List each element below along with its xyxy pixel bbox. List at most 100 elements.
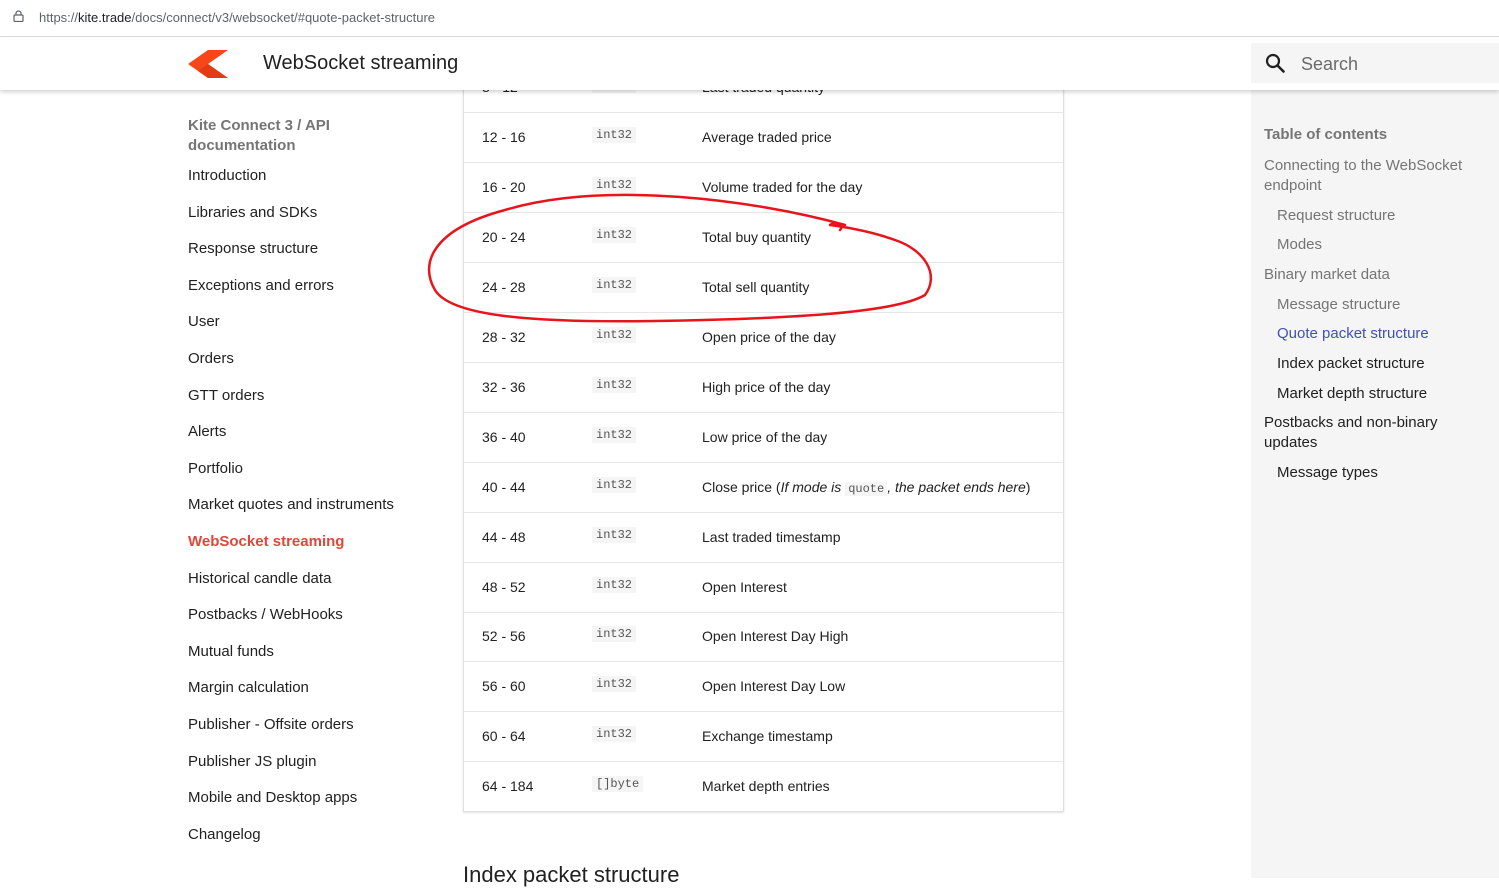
table-row: 52 - 56 int32 Open Interest Day High <box>464 612 1063 662</box>
table-of-contents: Table of contents Connecting to the WebS… <box>1251 90 1499 878</box>
byte-range: 44 - 48 <box>482 529 526 545</box>
field-description: High price of the day <box>702 379 831 395</box>
byte-range: 64 - 184 <box>482 778 534 794</box>
search-box[interactable] <box>1251 43 1499 83</box>
toc-item-postbacks[interactable]: Postbacks and non-binary updates <box>1264 413 1484 453</box>
browser-address-bar[interactable]: https://kite.trade/docs/connect/v3/webso… <box>0 0 1499 37</box>
nav-item-historical[interactable]: Historical candle data <box>188 569 438 606</box>
table-row: 32 - 36 int32 High price of the day <box>464 363 1063 413</box>
table-row: 16 - 20 int32 Volume traded for the day <box>464 163 1063 213</box>
nav-item-publisher-js[interactable]: Publisher JS plugin <box>188 752 438 789</box>
field-note: If mode is <box>780 479 842 495</box>
nav-item-alerts[interactable]: Alerts <box>188 422 438 459</box>
nav-item-mutual-funds[interactable]: Mutual funds <box>188 642 438 679</box>
data-type: int32 <box>592 527 637 543</box>
field-description: Open Interest <box>702 579 787 595</box>
field-note: , the packet ends here <box>887 479 1026 495</box>
byte-range: 20 - 24 <box>482 229 526 245</box>
kite-logo-icon[interactable] <box>188 50 230 78</box>
page-title: WebSocket streaming <box>263 52 459 74</box>
nav-item-introduction[interactable]: Introduction <box>188 166 438 203</box>
byte-range: 48 - 52 <box>482 579 526 595</box>
nav-item-user[interactable]: User <box>188 312 438 349</box>
data-type: int32 <box>592 577 637 593</box>
nav-item-publisher-offsite[interactable]: Publisher - Offsite orders <box>188 715 438 752</box>
field-description: Average traded price <box>702 129 832 145</box>
byte-range: 16 - 20 <box>482 179 526 195</box>
toc-item-message-structure[interactable]: Message structure <box>1277 295 1400 315</box>
data-type: int32 <box>592 177 637 193</box>
byte-range: 56 - 60 <box>482 678 526 694</box>
toc-item-binary-market-data[interactable]: Binary market data <box>1264 265 1390 285</box>
toc-item-index-packet[interactable]: Index packet structure <box>1277 354 1425 374</box>
table-row: 24 - 28 int32 Total sell quantity <box>464 263 1063 313</box>
index-packet-heading: Index packet structure <box>463 862 680 887</box>
nav-item-margin[interactable]: Margin calculation <box>188 678 438 715</box>
toc-item-quote-packet-active[interactable]: Quote packet structure <box>1277 324 1429 344</box>
nav-item-response-structure[interactable]: Response structure <box>188 239 438 276</box>
table-row: 44 - 48 int32 Last traded timestamp <box>464 513 1063 563</box>
byte-range: 36 - 40 <box>482 429 526 445</box>
toc-item-connecting[interactable]: Connecting to the WebSocket endpoint <box>1264 156 1484 196</box>
table-row: 36 - 40 int32 Low price of the day <box>464 413 1063 463</box>
nav-item-exceptions[interactable]: Exceptions and errors <box>188 276 438 313</box>
nav-item-gtt-orders[interactable]: GTT orders <box>188 386 438 423</box>
field-text: Close price ( <box>702 479 781 495</box>
byte-range: 60 - 64 <box>482 728 526 744</box>
nav-item-market-quotes[interactable]: Market quotes and instruments <box>188 495 438 532</box>
field-description: Last traded timestamp <box>702 529 841 545</box>
byte-range: 24 - 28 <box>482 279 526 295</box>
table-row: 60 - 64 int32 Exchange timestamp <box>464 712 1063 762</box>
toc-item-market-depth[interactable]: Market depth structure <box>1277 384 1427 404</box>
mode-code: quote <box>845 482 888 496</box>
table-row: 48 - 52 int32 Open Interest <box>464 563 1063 613</box>
toc-item-message-types[interactable]: Message types <box>1277 463 1378 483</box>
data-type: int32 <box>592 277 637 293</box>
nav-item-orders[interactable]: Orders <box>188 349 438 386</box>
url-prefix: https:// <box>39 10 79 25</box>
data-type: int32 <box>592 626 637 642</box>
field-description: Open price of the day <box>702 329 836 345</box>
nav-heading[interactable]: Kite Connect 3 / API documentation <box>188 116 438 156</box>
data-type: int32 <box>592 227 637 243</box>
nav-item-changelog[interactable]: Changelog <box>188 825 438 862</box>
toc-item-modes[interactable]: Modes <box>1277 235 1322 255</box>
search-input[interactable] <box>1299 49 1493 79</box>
lock-icon <box>13 10 24 22</box>
data-type: int32 <box>592 477 637 493</box>
table-row: 64 - 184 []byte Market depth entries <box>464 762 1063 811</box>
field-description: Total sell quantity <box>702 279 810 295</box>
field-description: Open Interest Day High <box>702 628 849 644</box>
nav-item-postbacks[interactable]: Postbacks / WebHooks <box>188 605 438 642</box>
byte-range: 12 - 16 <box>482 129 526 145</box>
field-close: ) <box>1025 479 1031 495</box>
table-row: 20 - 24 int32 Total buy quantity <box>464 213 1063 263</box>
site-header: WebSocket streaming <box>0 37 1499 90</box>
field-description: Exchange timestamp <box>702 728 833 744</box>
data-type: int32 <box>592 127 637 143</box>
sidebar-nav: Kite Connect 3 / API documentation Intro… <box>188 116 438 861</box>
nav-item-libraries[interactable]: Libraries and SDKs <box>188 203 438 240</box>
field-description: Volume traded for the day <box>702 179 863 195</box>
field-description: Close price (If mode is quote, the packe… <box>702 479 1030 496</box>
table-row: 56 - 60 int32 Open Interest Day Low <box>464 662 1063 712</box>
field-description: Total buy quantity <box>702 229 811 245</box>
data-type: []byte <box>592 776 644 792</box>
url-text[interactable]: https://kite.trade/docs/connect/v3/webso… <box>39 10 435 25</box>
table-row: 40 - 44 int32 Close price (If mode is qu… <box>464 463 1063 513</box>
byte-range: 32 - 36 <box>482 379 526 395</box>
field-description: Market depth entries <box>702 778 830 794</box>
data-type: int32 <box>592 327 637 343</box>
quote-packet-table: 8 - 12 int32 Last traded quantity 12 - 1… <box>463 63 1064 812</box>
nav-item-portfolio[interactable]: Portfolio <box>188 459 438 496</box>
table-row: 12 - 16 int32 Average traded price <box>464 113 1063 163</box>
table-row: 28 - 32 int32 Open price of the day <box>464 313 1063 363</box>
byte-range: 28 - 32 <box>482 329 526 345</box>
url-path: /docs/connect/v3/websocket/#quote-packet… <box>131 10 436 25</box>
nav-item-mobile-desktop[interactable]: Mobile and Desktop apps <box>188 788 438 825</box>
toc-item-request-structure[interactable]: Request structure <box>1277 206 1395 226</box>
byte-range: 40 - 44 <box>482 479 526 495</box>
nav-item-websocket-active[interactable]: WebSocket streaming <box>188 532 438 569</box>
data-type: int32 <box>592 676 637 692</box>
url-host: kite.trade <box>78 10 132 25</box>
